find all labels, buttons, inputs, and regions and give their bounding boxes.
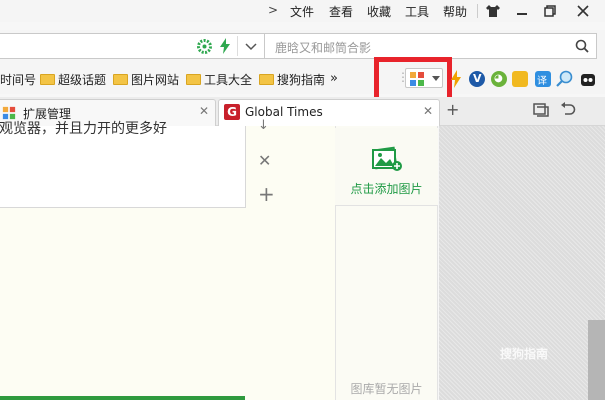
new-tab-icon[interactable]: +	[446, 100, 459, 119]
add-image-button[interactable]: 点击添加图片	[335, 128, 438, 206]
bookmark-folder-image-sites[interactable]: 图片网站	[113, 71, 179, 88]
tab-global-times[interactable]: G Global Times ✕	[218, 99, 440, 126]
move-down-icon[interactable]: ↓	[258, 118, 269, 133]
add-image-icon	[372, 146, 402, 171]
bookmark-folder-super-topics[interactable]: 超级话题	[40, 71, 106, 88]
close-tab-icon[interactable]: ✕	[423, 104, 433, 118]
bookmark-folder-tools[interactable]: 工具大全	[186, 71, 252, 88]
menu-view[interactable]: 查看	[329, 3, 353, 20]
minimize-icon[interactable]	[509, 1, 535, 21]
panda-extension-icon[interactable]	[580, 71, 596, 90]
global-times-icon: G	[224, 104, 240, 120]
scrollbar[interactable]	[588, 320, 605, 400]
folder-icon	[186, 74, 201, 85]
close-tab-icon[interactable]: ✕	[199, 104, 209, 118]
magnifier-extension-icon[interactable]	[556, 70, 574, 91]
menu-bar: > 文件 查看 收藏 工具 帮助	[0, 0, 605, 22]
search-icon[interactable]	[575, 39, 589, 56]
chevron-down-icon[interactable]	[245, 40, 257, 54]
watermark: 搜狗指南	[500, 347, 549, 361]
bookmark-folder-sogou-guide[interactable]: 搜狗指南	[259, 71, 325, 88]
menu-file[interactable]: 文件	[290, 3, 314, 20]
search-input[interactable]: 鹿晗又和邮筒合影	[264, 33, 597, 59]
add-image-label: 点击添加图片	[350, 182, 423, 196]
close-window-icon[interactable]	[570, 1, 596, 21]
chevron-right-icon[interactable]: >	[268, 3, 278, 17]
translate-extension-icon[interactable]: 译	[535, 71, 551, 87]
menu-help[interactable]: 帮助	[443, 3, 467, 20]
tab-label: Global Times	[245, 105, 323, 119]
face-extension-icon[interactable]: ◕	[491, 71, 507, 87]
maximize-icon[interactable]	[537, 1, 563, 21]
empty-gallery-label: 图库暂无图片	[350, 382, 423, 396]
skin-icon[interactable]	[480, 1, 506, 21]
bookmark-item[interactable]: 时间号	[0, 71, 36, 88]
speed-mode-icon[interactable]	[219, 38, 231, 57]
more-bookmarks-icon[interactable]: »	[330, 71, 338, 86]
undo-close-icon[interactable]	[560, 102, 576, 120]
add-icon[interactable]: +	[258, 182, 275, 206]
v-extension-icon[interactable]: V	[469, 71, 485, 87]
notes-panel: 观览器，并且力开的更多好 ↓ ✕ +	[0, 118, 335, 400]
remove-icon[interactable]: ✕	[258, 151, 271, 170]
secure-gear-icon[interactable]	[197, 39, 212, 57]
tab-list-icon[interactable]	[533, 103, 549, 120]
address-bar: 鹿晗又和邮筒合影	[0, 30, 605, 62]
green-border	[0, 396, 245, 400]
search-placeholder: 鹿晗又和邮筒合影	[275, 41, 372, 55]
folder-icon	[113, 74, 128, 85]
note-textbox[interactable]: 观览器，并且力开的更多好	[0, 121, 246, 208]
fox-extension-icon[interactable]	[512, 71, 528, 87]
folder-icon	[40, 74, 55, 85]
lightning-extension-icon[interactable]	[449, 70, 463, 91]
menu-tools[interactable]: 工具	[405, 3, 429, 20]
folder-icon	[259, 74, 274, 85]
note-text: 观览器，并且力开的更多好	[0, 121, 167, 137]
menu-favorites[interactable]: 收藏	[367, 3, 391, 20]
